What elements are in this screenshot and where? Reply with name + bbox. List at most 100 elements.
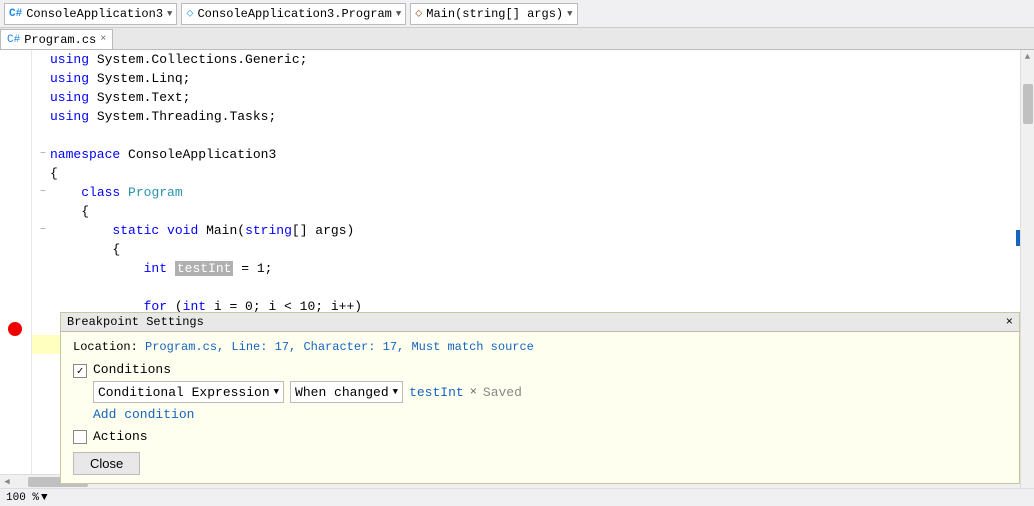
program-cs-tab[interactable]: C# Program.cs × xyxy=(0,29,113,49)
fold-btn xyxy=(36,262,50,276)
bp-panel-body: Location: Program.cs, Line: 17, Characte… xyxy=(61,332,1019,483)
fold-btn xyxy=(36,338,50,352)
code-text: using System.Text; xyxy=(50,88,190,107)
condition-type-dropdown[interactable]: Conditional Expression ▼ xyxy=(93,381,284,403)
code-text: { xyxy=(50,202,89,221)
code-text: { xyxy=(50,164,58,183)
scroll-thumb[interactable] xyxy=(1023,84,1033,124)
gutter xyxy=(0,50,32,506)
scroll-left-arrow[interactable]: ◀ xyxy=(0,475,14,489)
condition-mode-dropdown[interactable]: When changed ▼ xyxy=(290,381,403,403)
condition-type-label: Conditional Expression xyxy=(98,385,270,400)
bp-condition-row: Conditional Expression ▼ When changed ▼ … xyxy=(93,381,522,403)
project-dropdown[interactable]: C# ConsoleApplication3 ▼ xyxy=(4,3,177,25)
method-dropdown-arrow: ▼ xyxy=(567,9,572,19)
code-line: int testInt = 1; xyxy=(32,259,1020,278)
fold-btn xyxy=(36,129,50,143)
fold-btn xyxy=(36,205,50,219)
zoom-dropdown-arrow[interactable]: ▼ xyxy=(41,492,48,504)
fold-btn xyxy=(36,167,50,181)
class-dropdown-label: ConsoleApplication3.Program xyxy=(197,7,391,21)
condition-mode-label: When changed xyxy=(295,385,389,400)
breakpoint-dot[interactable] xyxy=(8,322,22,336)
tab-bar: C# Program.cs × xyxy=(0,28,1034,50)
bp-location-label: Location: xyxy=(73,340,138,354)
fold-btn xyxy=(36,319,50,333)
code-line: using System.Text; xyxy=(32,88,1020,107)
editor-container: using System.Collections.Generic; using … xyxy=(0,50,1034,506)
method-dropdown[interactable]: ⬦ Main(string[] args) ▼ xyxy=(410,3,577,25)
bp-conditions-title: Conditions xyxy=(93,362,522,377)
fold-btn xyxy=(36,91,50,105)
code-text xyxy=(50,126,58,145)
code-line: − namespace ConsoleApplication3 xyxy=(32,145,1020,164)
code-line: using System.Linq; xyxy=(32,69,1020,88)
code-text: int testInt = 1; xyxy=(50,259,272,278)
fold-collapse-btn[interactable]: − xyxy=(36,224,50,238)
condition-saved-label: Saved xyxy=(483,385,522,400)
toolbar: C# ConsoleApplication3 ▼ ⬦ ConsoleApplic… xyxy=(0,0,1034,28)
code-line: { xyxy=(32,202,1020,221)
code-text: using System.Linq; xyxy=(50,69,190,88)
code-text xyxy=(50,278,58,297)
code-line: using System.Threading.Tasks; xyxy=(32,107,1020,126)
code-line xyxy=(32,278,1020,297)
condition-value: testInt xyxy=(409,385,464,400)
code-text: using System.Threading.Tasks; xyxy=(50,107,276,126)
fold-collapse-btn[interactable]: − xyxy=(36,186,50,200)
method-icon: ⬦ xyxy=(415,8,422,20)
scrollbar-vertical[interactable]: ▲ xyxy=(1020,50,1034,506)
bp-panel-header: Breakpoint Settings × xyxy=(61,313,1019,332)
conditions-checkbox[interactable] xyxy=(73,364,87,378)
project-dropdown-label: ConsoleApplication3 xyxy=(26,7,163,21)
cs-icon: C# xyxy=(9,8,22,20)
bp-conditions-section: Conditions Conditional Expression ▼ When… xyxy=(73,362,1007,422)
code-line: { xyxy=(32,164,1020,183)
condition-mode-arrow: ▼ xyxy=(393,387,398,397)
condition-type-arrow: ▼ xyxy=(274,387,279,397)
code-text: { xyxy=(50,240,120,259)
zoom-label: 100 % xyxy=(6,492,39,504)
class-dropdown[interactable]: ⬦ ConsoleApplication3.Program ▼ xyxy=(181,3,406,25)
condition-close-button[interactable]: × xyxy=(470,385,477,399)
code-text: static void Main(string[] args) xyxy=(50,221,354,240)
class-icon: ⬦ xyxy=(186,8,193,20)
breakpoint-settings-panel: Breakpoint Settings × Location: Program.… xyxy=(60,312,1020,484)
bp-close-button[interactable]: Close xyxy=(73,452,140,475)
code-line xyxy=(32,126,1020,145)
bp-location-value[interactable]: Program.cs, Line: 17, Character: 17, Mus… xyxy=(145,340,534,354)
status-bar: 100 % ▼ xyxy=(0,488,1034,506)
code-line: − class Program xyxy=(32,183,1020,202)
code-text: namespace ConsoleApplication3 xyxy=(50,145,276,164)
fold-btn xyxy=(36,72,50,86)
code-lines: using System.Collections.Generic; using … xyxy=(32,50,1020,354)
zoom-control[interactable]: 100 % ▼ xyxy=(6,492,48,504)
scroll-up-arrow[interactable]: ▲ xyxy=(1021,50,1034,64)
bp-panel-close-button[interactable]: × xyxy=(1006,315,1013,329)
tab-close-button[interactable]: × xyxy=(100,34,106,45)
fold-btn xyxy=(36,53,50,67)
fold-btn xyxy=(36,300,50,314)
add-condition-link[interactable]: Add condition xyxy=(93,407,522,422)
code-text: using System.Collections.Generic; xyxy=(50,50,307,69)
class-dropdown-arrow: ▼ xyxy=(396,9,401,19)
fold-collapse-btn[interactable]: − xyxy=(36,148,50,162)
fold-btn xyxy=(36,281,50,295)
tab-filename: Program.cs xyxy=(24,33,96,47)
code-text: class Program xyxy=(50,183,183,202)
tab-cs-icon: C# xyxy=(7,34,20,46)
actions-checkbox[interactable] xyxy=(73,430,87,444)
scroll-indicator xyxy=(1016,230,1020,246)
code-line: { xyxy=(32,240,1020,259)
code-line: − static void Main(string[] args) xyxy=(32,221,1020,240)
bp-actions-section: Actions xyxy=(73,428,1007,444)
bp-panel-title: Breakpoint Settings xyxy=(67,315,204,329)
code-line: using System.Collections.Generic; xyxy=(32,50,1020,69)
project-dropdown-arrow: ▼ xyxy=(167,9,172,19)
fold-btn xyxy=(36,243,50,257)
fold-btn xyxy=(36,110,50,124)
bp-location: Location: Program.cs, Line: 17, Characte… xyxy=(73,340,1007,354)
bp-conditions-content: Conditions Conditional Expression ▼ When… xyxy=(93,362,522,422)
method-dropdown-label: Main(string[] args) xyxy=(426,7,563,21)
bp-actions-title: Actions xyxy=(93,429,148,444)
